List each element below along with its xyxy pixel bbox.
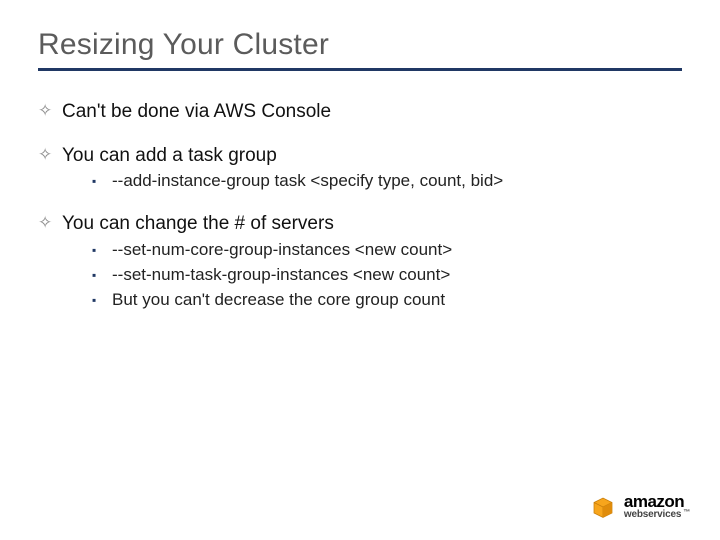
diamond-icon: ✧ [38,99,62,123]
diamond-icon: ✧ [38,143,62,167]
list-item: ▪ But you can't decrease the core group … [92,289,682,312]
list-item: ▪ --set-num-task-group-instances <new co… [92,264,682,287]
list-item-text: --add-instance-group task <specify type,… [112,170,682,193]
list-item: ✧ You can change the # of servers ▪ --se… [38,211,682,311]
list-item-text: Can't be done via AWS Console [62,99,682,125]
aws-logo-text: amazon webservices™ [624,494,690,520]
list-item: ✧ Can't be done via AWS Console [38,99,682,125]
diamond-icon: ✧ [38,211,62,235]
square-icon: ▪ [92,170,112,193]
slide-title: Resizing Your Cluster [38,28,682,62]
list-item: ▪ --set-num-core-group-instances <new co… [92,239,682,262]
list-item-text: --set-num-core-group-instances <new coun… [112,239,682,262]
square-icon: ▪ [92,289,112,312]
trademark-icon: ™ [683,509,690,516]
aws-logo-line2: webservices [624,509,681,520]
aws-logo: amazon webservices™ [588,492,690,522]
slide: Resizing Your Cluster ✧ Can't be done vi… [0,0,720,540]
bullet-list: ✧ Can't be done via AWS Console ✧ You ca… [38,99,682,312]
list-item-text: --set-num-task-group-instances <new coun… [112,264,682,287]
list-item: ✧ You can add a task group ▪ --add-insta… [38,143,682,194]
aws-logo-line1: amazon [624,492,684,511]
title-rule [38,68,682,71]
square-icon: ▪ [92,239,112,262]
list-item-text: But you can't decrease the core group co… [112,289,682,312]
square-icon: ▪ [92,264,112,287]
list-item: ▪ --add-instance-group task <specify typ… [92,170,682,193]
aws-cube-icon [588,492,618,522]
list-item-text: You can change the # of servers [62,211,682,237]
list-item-text: You can add a task group [62,143,682,169]
